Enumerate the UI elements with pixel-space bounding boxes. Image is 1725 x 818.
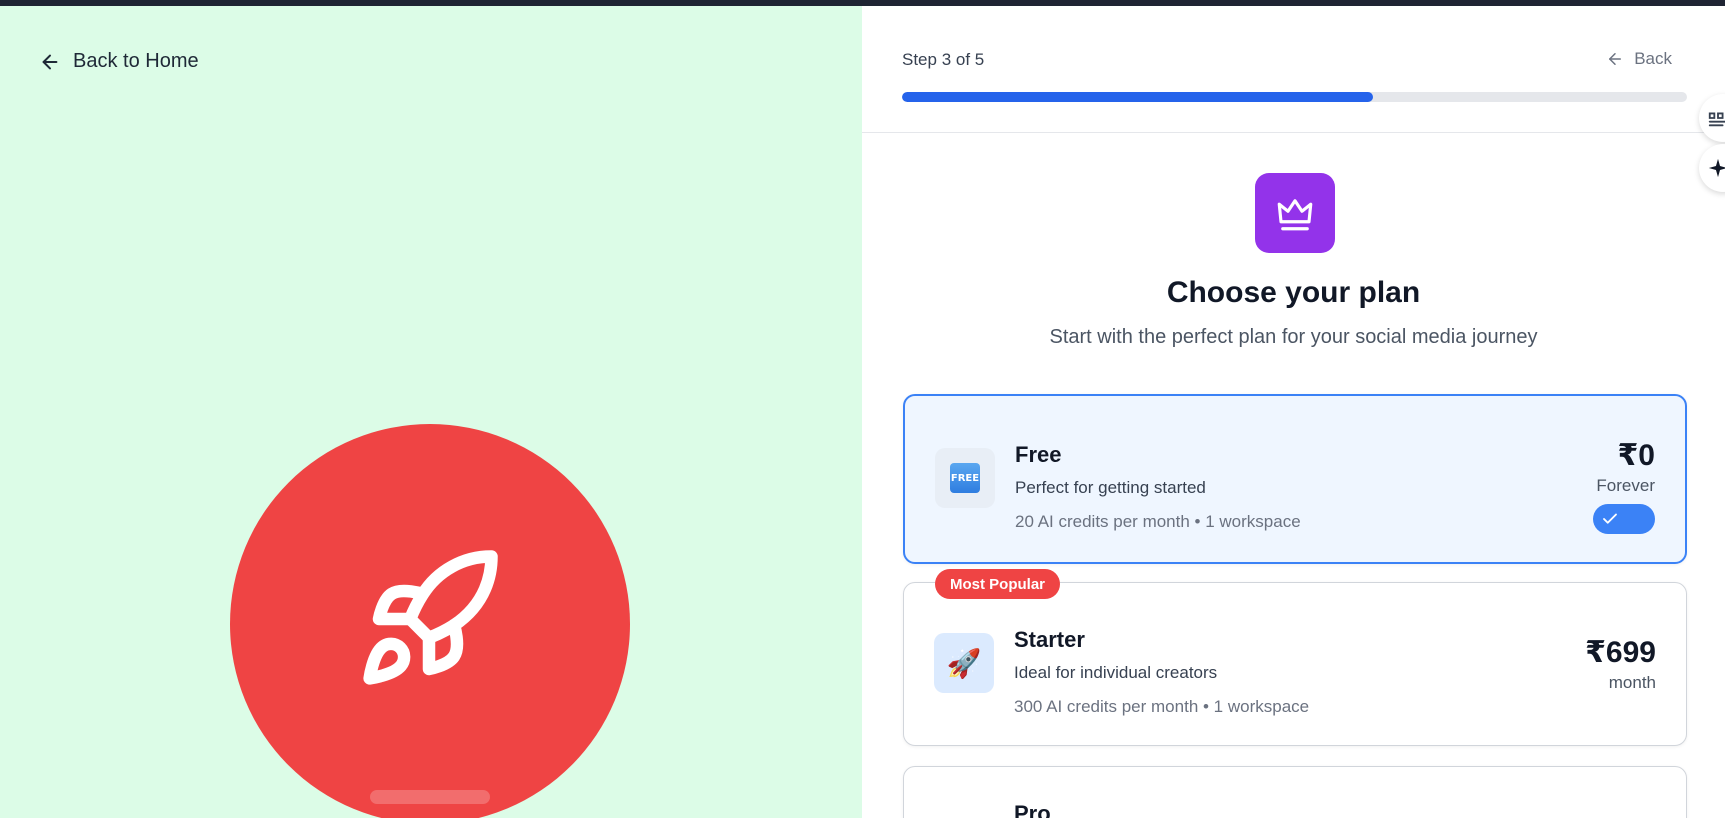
progress-fill [902,92,1373,102]
quote-icon [1708,112,1725,127]
page-title: Choose your plan [1166,276,1421,309]
plan-features: 20 AI credits per month • 1 workspace [1015,512,1301,531]
right-panel: Step 3 of 5 Back Choose your plan Start … [862,6,1725,818]
check-icon [1603,513,1617,524]
plan-card-free[interactable]: FREE Free Perfect for getting started 20… [903,394,1687,564]
rocket-illustration [230,424,630,818]
page-subtitle: Start with the perfect plan for your soc… [1049,326,1538,348]
arrow-left-icon [42,54,58,69]
plan-card-pro[interactable]: Pro [903,766,1687,818]
crown-badge [1255,173,1335,253]
plan-price: ₹699 [1585,636,1656,669]
free-icon-text: FREE [950,472,980,484]
back-to-home-label: Back to Home [73,50,199,72]
back-button-label: Back [1634,49,1672,68]
back-to-home-link[interactable]: Back to Home [39,50,199,73]
plan-card-starter[interactable]: 🚀 Starter Ideal for individual creators … [903,582,1687,746]
plan-period: Forever [1596,476,1655,495]
header-divider [862,132,1725,133]
back-button[interactable]: Back [1606,49,1672,69]
most-popular-badge: Most Popular [935,569,1061,599]
plan-price: ₹0 [1617,439,1655,472]
crown-icon [1277,199,1313,231]
plan-name: Free [1015,442,1062,467]
plan-name: Starter [1014,627,1085,652]
rocket-icon: 🚀 [934,633,994,693]
free-icon: FREE [935,448,995,508]
rocket-emoji: 🚀 [946,646,982,680]
plan-description: Ideal for individual creators [1014,663,1218,682]
sparkle-icon [1708,158,1725,178]
plan-description: Perfect for getting started [1015,478,1206,497]
plan-features: 300 AI credits per month • 1 workspace [1014,697,1310,716]
arrow-left-icon [1609,53,1622,65]
step-indicator: Step 3 of 5 [902,50,985,69]
decorative-pill [370,790,490,804]
rocket-icon [363,550,498,685]
left-panel: Back to Home [0,6,862,818]
progress-bar [902,92,1687,102]
plan-name: Pro [1014,801,1051,818]
selected-toggle[interactable] [1593,504,1655,534]
plan-period: month [1608,673,1656,692]
